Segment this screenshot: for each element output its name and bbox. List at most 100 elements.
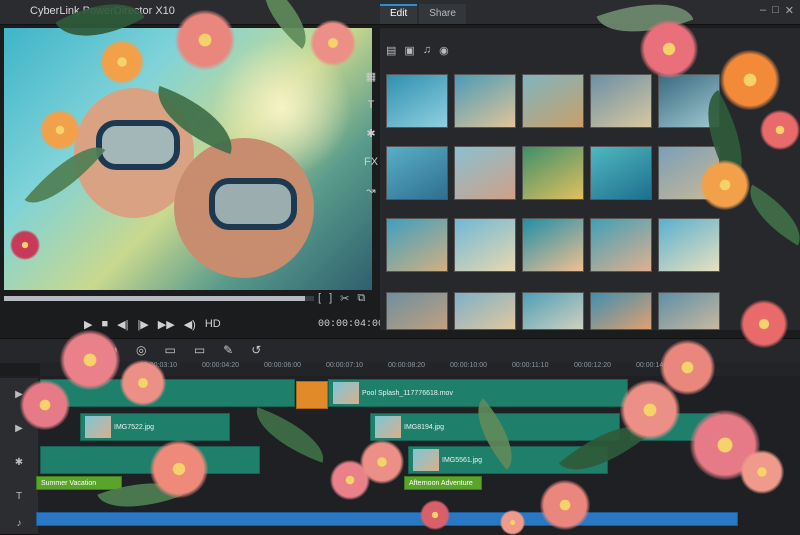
voiceover-icon[interactable]: ◎ [136,343,146,357]
tab-share[interactable]: Share [419,4,466,24]
fx-icon[interactable]: FX [362,156,380,168]
transport-controls: ▶ ■ ◀| |▶ ▶▶ ◀) HD [84,318,221,331]
prev-frame-icon[interactable]: ◀| [117,318,128,331]
flower-decoration [40,110,80,150]
track-header-audio[interactable]: ♪ [0,514,38,535]
mark-out-icon[interactable]: ] [329,292,332,305]
clip-thumbnail [413,449,439,472]
media-thumbnail[interactable] [454,146,516,200]
snorkel-mask-1 [96,120,180,170]
timeline-tools: ♪ ◎ ▭ ▭ ✎ ↺ [112,343,261,357]
flower-decoration [10,230,40,260]
ruler-tick: 00:00:08:20 [388,362,425,369]
media-thumbnail[interactable] [386,292,448,330]
media-thumbnail[interactable] [454,218,516,272]
transition-marker[interactable] [296,381,328,409]
snapshot-icon[interactable]: ⧉ [357,292,365,305]
window-controls: – □ ✕ [760,4,794,17]
undo-icon[interactable]: ↺ [251,343,261,357]
clip-thumbnail [375,416,401,439]
flower-decoration [420,500,450,530]
clip-label: IMG7522.jpg [114,424,155,431]
media-thumbnail[interactable] [590,292,652,330]
flower-decoration [620,380,680,440]
fast-forward-icon[interactable]: ▶▶ [158,318,175,331]
volume-icon[interactable]: ◀) [184,318,196,331]
media-thumbnail[interactable] [454,74,516,128]
close-icon[interactable]: ✕ [785,4,794,17]
clip-thumbnail [85,416,111,439]
flower-decoration [120,360,166,406]
maximize-icon[interactable]: □ [772,4,779,17]
music-icon[interactable]: ♫ [423,44,431,57]
next-frame-icon[interactable]: |▶ [137,318,148,331]
flower-decoration [360,440,404,484]
flower-decoration [500,510,525,535]
media-thumbnail[interactable] [386,146,448,200]
flower-decoration [700,160,750,210]
tool-icon[interactable]: ✎ [223,343,233,357]
ruler-tick: 00:00:04:20 [202,362,239,369]
tab-edit[interactable]: Edit [380,4,418,24]
room-sidebar: ▦ T ✱ FX ↝ [362,70,380,197]
flower-decoration [640,20,698,78]
media-thumbnail[interactable] [522,292,584,330]
media-icon[interactable]: ▦ [362,70,380,83]
media-thumbnail[interactable] [658,218,720,272]
ruler-tick: 00:00:06:00 [264,362,301,369]
media-thumbnail[interactable] [590,74,652,128]
scrubber-progress [4,296,305,301]
ruler-tick: 00:00:10:00 [450,362,487,369]
snorkel-mask-2 [209,178,297,230]
flower-decoration [175,10,235,70]
flower-decoration [20,380,70,430]
clip-thumbnail [333,382,359,405]
mode-tabs: Edit Share [380,4,466,24]
timeline-clip-2[interactable]: IMG7522.jpg [80,413,230,441]
transition-icon[interactable]: ↝ [362,184,380,197]
stop-icon[interactable]: ■ [101,318,108,331]
media-thumbnail[interactable] [522,218,584,272]
flower-decoration [60,330,120,390]
library-toolbar: ▤ ▣ ♫ ◉ [386,44,449,57]
media-thumbnail[interactable] [386,218,448,272]
media-thumbnail[interactable] [590,218,652,272]
flower-decoration [310,20,356,66]
scrubber-buttons: [ ] ✂ ⧉ [318,292,365,305]
disc-icon[interactable]: ◉ [439,44,449,57]
flower-decoration [720,50,780,110]
clip-label: IMG8194.jpg [404,424,445,431]
media-thumbnail[interactable] [454,292,516,330]
flower-decoration [760,110,800,150]
title-clip-2[interactable]: Afternoon Adventure [404,476,482,490]
flower-decoration [540,480,590,530]
ruler-tick: 00:00:11:10 [512,362,549,369]
mark-in-icon[interactable]: [ [318,292,321,305]
clip-label: IMG5561.jpg [442,457,483,464]
text-icon[interactable]: T [362,99,380,111]
flower-decoration [740,300,788,348]
ruler-tick: 00:00:07:10 [326,362,363,369]
preview-player[interactable] [4,28,372,290]
track-header-title[interactable]: T [0,480,38,515]
timeline-clip-1[interactable]: Pool Splash_117776618.mov [328,379,628,407]
media-thumbnail[interactable] [386,74,448,128]
flower-decoration [100,40,144,84]
media-thumbnail[interactable] [522,146,584,200]
hd-icon[interactable]: HD [205,318,221,331]
ruler-tick: 00:00:12:20 [574,362,611,369]
split-icon[interactable]: ✂ [340,292,349,305]
track-header-effect[interactable]: ✱ [0,446,38,481]
media-thumbnail[interactable] [522,74,584,128]
subtitle-icon[interactable]: ▭ [194,343,205,357]
media-thumbnail[interactable] [658,292,720,330]
chapter-icon[interactable]: ▭ [164,343,175,357]
title-clip-1[interactable]: Summer Vacation [36,476,122,490]
media-thumbnail[interactable] [590,146,652,200]
folder-icon[interactable]: ▤ [386,44,396,57]
minimize-icon[interactable]: – [760,4,766,17]
flower-decoration [150,440,208,498]
audio-clip[interactable] [36,512,738,526]
image-icon[interactable]: ▣ [404,44,414,57]
effects-icon[interactable]: ✱ [362,127,380,140]
